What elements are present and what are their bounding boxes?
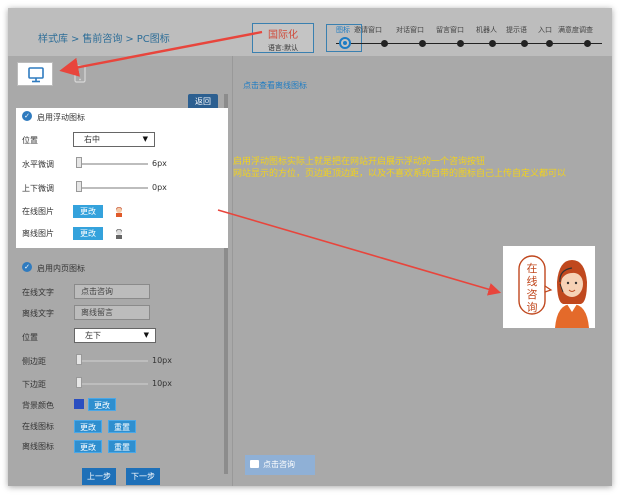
bottom-margin-track[interactable] xyxy=(76,383,148,385)
step-entrance[interactable]: 入口 xyxy=(538,25,552,35)
device-tab-pc[interactable] xyxy=(17,62,53,86)
side-margin-track[interactable] xyxy=(76,360,148,362)
offline-avatar-icon xyxy=(116,229,122,239)
online-icon-reset-button[interactable]: 重置 xyxy=(108,420,136,433)
inpage-enable-checkbox[interactable]: ✓ xyxy=(22,262,32,272)
h-adjust-track[interactable] xyxy=(76,163,148,165)
float-enable-label: 启用浮动图标 xyxy=(37,113,85,122)
internationalization-box[interactable]: 国际化 语言:默认 xyxy=(252,23,314,53)
offline-image-change-button[interactable]: 更改 xyxy=(73,227,103,240)
header: 样式库 > 售前咨询 > PC图标 国际化 语言:默认 图标 邀请窗口 对话窗口 留言窗… xyxy=(8,8,612,56)
bottom-margin-label: 下边距 xyxy=(22,380,46,389)
inpage-consult-label: 点击咨询 xyxy=(263,460,295,469)
online-image-label: 在线图片 xyxy=(22,207,54,216)
floating-consult-icon[interactable]: 在 线 咨 询 xyxy=(503,246,595,328)
step-dot[interactable] xyxy=(457,40,464,47)
breadcrumb-item-style-lib[interactable]: 样式库 xyxy=(38,34,68,45)
step-icon[interactable]: 图标 xyxy=(336,25,350,35)
float-enable-checkbox[interactable]: ✓ xyxy=(22,111,32,121)
offline-icon-change-button[interactable]: 更改 xyxy=(74,440,102,453)
breadcrumb: 样式库 > 售前咨询 > PC图标 xyxy=(38,30,170,45)
breadcrumb-item-presale[interactable]: 售前咨询 xyxy=(82,34,122,45)
offline-text-label: 离线文字 xyxy=(22,309,54,318)
offline-text-input[interactable]: 离线留言 xyxy=(74,305,150,320)
v-adjust-value: 0px xyxy=(152,183,167,192)
floating-icon-section: ✓ 启用浮动图标 位置 右中 ▼ 水平微调 6px 上下微调 0px 在线图片 … xyxy=(16,108,228,248)
bottom-margin-value: 10px xyxy=(152,379,172,388)
breadcrumb-separator: > xyxy=(125,34,134,45)
step-invite-window[interactable]: 邀请窗口 xyxy=(354,25,382,35)
step-progress: 图标 邀请窗口 对话窗口 留言窗口 机器人 提示语 入口 满意度调查 xyxy=(326,24,608,52)
device-tab-mobile[interactable] xyxy=(62,62,98,86)
inpage-consult-button[interactable]: 点击咨询 xyxy=(245,455,315,475)
annotation-line-1: 启用浮动图标实际上就是把在网站开启展示浮动的一个咨询按钮 xyxy=(233,157,486,167)
dropdown-arrow-icon: ▼ xyxy=(142,135,148,143)
step-dot[interactable] xyxy=(521,40,528,47)
bottom-margin-knob[interactable] xyxy=(76,377,82,388)
v-adjust-track[interactable] xyxy=(76,187,148,189)
next-step-button[interactable]: 下一步 xyxy=(126,468,160,485)
position-select[interactable]: 右中 ▼ xyxy=(73,132,155,147)
annotation-text: 启用浮动图标实际上就是把在网站开启展示浮动的一个咨询按钮 网站显示的方位，页边距… xyxy=(233,156,566,180)
intl-title: 国际化 xyxy=(268,30,298,41)
app-window: 样式库 > 售前咨询 > PC图标 国际化 语言:默认 图标 邀请窗口 对话窗口 留言窗… xyxy=(8,8,612,486)
v-adjust-knob[interactable] xyxy=(76,181,82,192)
bg-color-change-button[interactable]: 更改 xyxy=(88,398,116,411)
offline-icon-label: 离线图标 xyxy=(22,442,54,451)
step-dot[interactable] xyxy=(546,40,553,47)
intl-language: 语言:默认 xyxy=(267,44,299,52)
step-line xyxy=(336,43,602,44)
monitor-icon xyxy=(28,67,44,83)
offline-image-label: 离线图片 xyxy=(22,229,54,238)
bg-color-label: 背景颜色 xyxy=(22,401,54,410)
bubble-char-2: 线 xyxy=(527,274,538,288)
offline-icon-reset-button[interactable]: 重置 xyxy=(108,440,136,453)
agent-avatar-icon: 在 线 咨 询 xyxy=(518,255,589,328)
view-offline-icon-link[interactable]: 点击查看离线图标 xyxy=(243,80,307,91)
breadcrumb-item-pc-icon: PC图标 xyxy=(136,34,170,45)
step-dot[interactable] xyxy=(381,40,388,47)
online-icon-change-button[interactable]: 更改 xyxy=(74,420,102,433)
prev-step-button[interactable]: 上一步 xyxy=(82,468,116,485)
inpage-position-label: 位置 xyxy=(22,333,38,342)
online-icon-label: 在线图标 xyxy=(22,422,54,431)
step-dot[interactable] xyxy=(584,40,591,47)
step-prompts[interactable]: 提示语 xyxy=(506,25,527,35)
step-chat-window[interactable]: 对话窗口 xyxy=(396,25,424,35)
step-dot[interactable] xyxy=(419,40,426,47)
side-margin-label: 侧边距 xyxy=(22,357,46,366)
preview-area: 点击查看离线图标 启用浮动图标实际上就是把在网站开启展示浮动的一个咨询按钮 网站… xyxy=(233,56,612,486)
h-adjust-label: 水平微调 xyxy=(22,160,54,169)
online-text-label: 在线文字 xyxy=(22,288,54,297)
inpage-enable-label: 启用内页图标 xyxy=(37,264,85,273)
step-satisfaction-survey[interactable]: 满意度调查 xyxy=(558,25,593,35)
bubble-char-3: 咨 xyxy=(527,287,538,301)
h-adjust-value: 6px xyxy=(152,159,167,168)
bubble-char-1: 在 xyxy=(527,262,538,275)
step-message-window[interactable]: 留言窗口 xyxy=(436,25,464,35)
inpage-position-value: 左下 xyxy=(85,331,101,340)
v-adjust-label: 上下微调 xyxy=(22,184,54,193)
step-dot[interactable] xyxy=(489,40,496,47)
annotation-line-2: 网站显示的方位，页边距顶边距，以及不喜欢系统自带的图标自己上传自定义都可以 xyxy=(233,169,567,179)
online-text-input[interactable]: 点击咨询 xyxy=(74,284,150,299)
online-image-change-button[interactable]: 更改 xyxy=(73,205,103,218)
h-adjust-knob[interactable] xyxy=(76,157,82,168)
position-value: 右中 xyxy=(84,135,100,144)
online-avatar-icon xyxy=(116,207,122,217)
step-robot[interactable]: 机器人 xyxy=(476,25,497,35)
position-label: 位置 xyxy=(22,136,38,145)
bubble-char-4: 询 xyxy=(527,301,538,314)
dropdown-arrow-icon: ▼ xyxy=(143,331,149,339)
settings-panel: 返回 ✓ 启用浮动图标 位置 右中 ▼ 水平微调 6px 上下微调 0px 在线… xyxy=(8,56,232,486)
bg-color-swatch[interactable] xyxy=(74,399,84,409)
chat-bubble-icon xyxy=(250,460,259,468)
breadcrumb-separator: > xyxy=(71,34,80,45)
side-margin-knob[interactable] xyxy=(76,354,82,365)
mobile-phone-icon xyxy=(74,65,86,83)
side-margin-value: 10px xyxy=(152,356,172,365)
inpage-position-select[interactable]: 左下 ▼ xyxy=(74,328,156,343)
step-dot-active[interactable] xyxy=(339,37,351,49)
